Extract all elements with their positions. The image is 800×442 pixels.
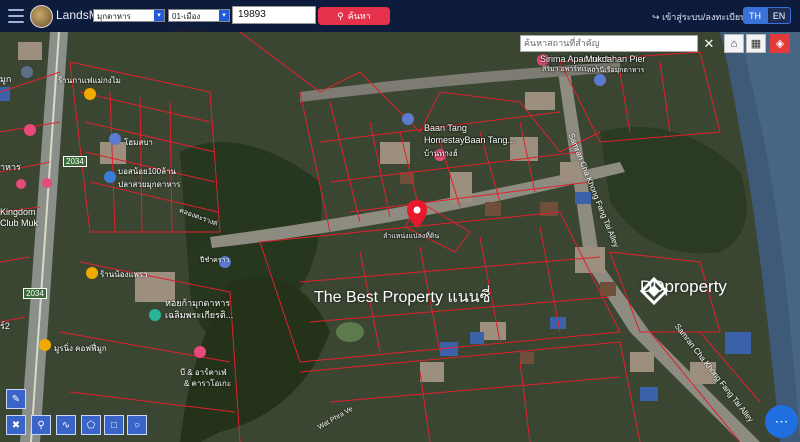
polygon-icon[interactable]: ⬠ [81,415,101,435]
poi-label: HomestayBaan Tang... [424,135,515,145]
poi-label: ปีชำคราว [200,257,230,264]
poi-label: ร์2 [0,321,10,331]
poi-label: ร้านน้องแพรว [100,270,148,279]
poi-label: เฉลิมพระเกียรติ... [165,310,234,320]
marker-label: ลำแหน่งแปลงที่ดิน [383,233,440,240]
brand-logo[interactable] [30,5,53,28]
poi-label: Kingdom [0,207,36,217]
poi-label: บ้านทางฮ์ [424,149,458,158]
poi-label: มูก [0,74,12,84]
line-icon[interactable]: ∿ [56,415,76,435]
menu-icon[interactable] [8,9,24,23]
poi-label: Baan Tang [424,123,467,133]
poi-label: โฮมสบา [124,138,153,147]
map-canvas[interactable]: 2034 2034 Sirima Apartment สิริมา อพาร์ท… [0,32,800,442]
province-select[interactable]: มุกดาหาร ▾ [93,9,165,22]
chevron-down-icon: ▾ [219,10,229,21]
ddproperty-logo-icon [640,277,668,305]
ddproperty-watermark: DDproperty [640,277,727,305]
poi-label: บอสน้อย100ล้าน [118,167,176,176]
top-bar: LandsMaps มุกดาหาร ▾ 01-เมืองมุกดาหาร ▾ … [0,0,800,34]
lang-th-button[interactable]: TH [743,7,767,24]
poi-label: ร้านกาแฟแม่กงไม [58,76,121,85]
home-icon[interactable]: ⌂ [724,34,744,53]
search-button[interactable]: ⚲ ค้นหา [318,7,390,25]
lang-en-button[interactable]: EN [767,7,791,24]
circle-icon[interactable]: ○ [127,415,147,435]
poi-label: มูรนิ่ง คอฟฟี่มูก [54,344,107,353]
poi-label: & คาราโอเกะ [184,379,232,388]
layers-icon[interactable]: ◈ [770,34,790,53]
close-icon[interactable]: ✕ [700,35,718,52]
poi-label: สถานีเรือมุกดาหาร [587,67,645,74]
search-icon: ⚲ [337,10,344,21]
more-icon: ⋯ [774,413,789,429]
login-icon: ↪ [652,12,660,22]
road-2034-label: 2034 [23,288,47,299]
cross-icon[interactable]: ✖ [6,415,26,435]
poi-label: ปลาสวยมุกดาหาร [118,180,181,189]
pencil-icon[interactable]: ✎ [6,389,26,409]
poi-label: Mukdahan Pier [585,54,646,64]
poi-label: Club Muk [0,218,39,228]
road-2034-label: 2034 [63,156,87,167]
district-select[interactable]: 01-เมืองมุกดาหาร ▾ [168,9,230,34]
grid-icon[interactable]: ▦ [746,34,766,53]
poi-label: าหาร [0,162,21,172]
chevron-down-icon: ▾ [154,10,164,21]
login-link[interactable]: ↪ เข้าสู่ระบบ/ลงทะเบียน [652,10,746,24]
pin-icon[interactable]: ⚲ [31,415,51,435]
square-icon[interactable]: □ [104,415,124,435]
chat-button[interactable]: ⋯ [765,405,798,438]
parcel-code-input[interactable]: 19893 [232,6,316,24]
watermark-text: The Best Property แนนซี่ [314,289,491,306]
place-search-input[interactable]: ค้นหาสถานที่สำคัญ [520,35,698,52]
